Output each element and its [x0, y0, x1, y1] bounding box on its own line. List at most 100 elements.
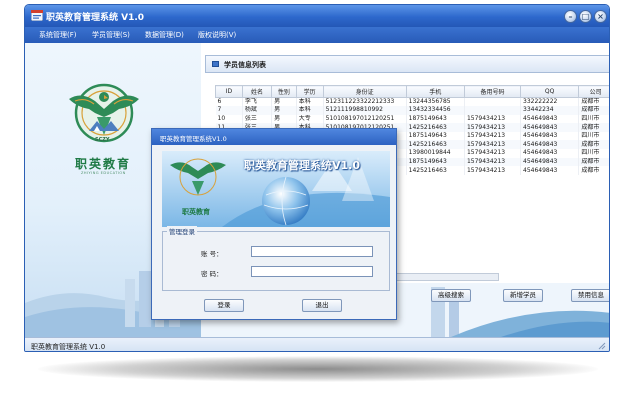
maximize-button[interactable]: □ [579, 10, 592, 23]
cell-phone: 1875149643 [406, 114, 465, 124]
cell-company: 成都市 [578, 157, 609, 167]
resize-grip-icon[interactable] [598, 342, 606, 350]
cell-qq: 454649843 [520, 114, 580, 124]
cell-education: 本科 [296, 106, 324, 115]
cell-company: 成都市 [578, 106, 609, 115]
cell-qq: 454649843 [520, 149, 580, 158]
cell-id: 7 [215, 106, 243, 115]
menu-copyright[interactable]: 版权说明(V) [198, 30, 236, 40]
window-title: 职英教育管理系统 V1.0 [46, 13, 145, 23]
menu-data[interactable]: 数据管理(D) [145, 30, 184, 40]
cell-id-card: 510108197012120251 [323, 114, 407, 124]
cell-phone: 1425216463 [406, 166, 465, 175]
table-row[interactable]: 6 李飞 男 本科 512311223322212333 13244356785… [215, 97, 609, 107]
cell-company: 成都市 [578, 97, 609, 107]
cell-id: 6 [215, 97, 243, 107]
cell-qq: 454649843 [520, 157, 580, 167]
menu-system[interactable]: 系统管理(F) [39, 30, 77, 40]
cell-id: 10 [215, 114, 243, 124]
cell-backup-phone: 1579434213 [464, 157, 522, 167]
cell-name: 杨斌 [242, 106, 273, 115]
cell-backup-phone: 1579434213 [464, 166, 522, 175]
table-row[interactable]: 10 张三 男 大专 510108197012120251 1875149643… [215, 114, 609, 124]
login-dialog: 职英教育管理系统V1.0 职英教育管理系统V1.0 职英教育 管理登录 账 号：… [151, 128, 397, 320]
cell-phone: 13244356785 [406, 97, 465, 107]
cell-backup-phone: 1579434213 [464, 123, 522, 132]
table-row[interactable]: 7 杨斌 男 本科 512111998810992 13432334456 33… [215, 106, 609, 115]
column-header[interactable]: 手机 [405, 85, 465, 98]
disable-info-button[interactable]: 禁用信息 [571, 289, 609, 302]
cell-gender: 男 [271, 114, 297, 124]
brand-sub: ZHIYING EDUCATION [81, 171, 126, 175]
status-text: 职英教育管理系统 V1.0 [31, 343, 106, 351]
column-header[interactable]: 备用号码 [463, 85, 522, 98]
cell-company: 成都市 [578, 123, 609, 132]
cell-phone: 13980019844 [406, 149, 465, 158]
login-dialog-titlebar[interactable]: 职英教育管理系统V1.0 [152, 129, 396, 145]
brand-name: 职英教育 [75, 157, 132, 171]
student-list-title: 学员信息列表 [224, 61, 266, 69]
close-button[interactable]: × [594, 10, 607, 23]
menu-bar: 系统管理(F) 学员管理(S) 数据管理(D) 版权说明(V) [25, 27, 609, 43]
cell-gender: 男 [271, 106, 297, 115]
cell-id-card: 512311223322212333 [323, 97, 407, 107]
cell-gender: 男 [271, 97, 297, 107]
cell-phone: 1425216463 [406, 140, 465, 150]
cell-company: 四川市 [578, 149, 609, 158]
password-label: 密 码： [201, 270, 223, 278]
cell-qq: 33442234 [520, 106, 580, 115]
login-group: 管理登录 账 号： 密 码： [162, 226, 390, 291]
cell-phone: 1425216463 [406, 123, 465, 132]
banner-title: 职英教育管理系统V1.0 [244, 159, 360, 172]
cell-phone: 13432334456 [406, 106, 465, 115]
title-bar[interactable]: 职英教育管理系统 V1.0 – □ × [25, 5, 609, 27]
column-header[interactable]: 姓名 [241, 85, 273, 98]
account-input[interactable] [251, 246, 373, 257]
menu-students[interactable]: 学员管理(S) [92, 30, 130, 40]
cell-phone: 1875149643 [406, 131, 465, 141]
cell-backup-phone: 1579434213 [464, 114, 522, 124]
window-drop-shadow [38, 356, 598, 382]
column-header[interactable]: QQ [519, 85, 580, 98]
account-label: 账 号： [201, 250, 223, 258]
column-header[interactable]: 性别 [271, 85, 297, 98]
cell-backup-phone [464, 106, 522, 115]
app-icon [31, 10, 43, 21]
cell-company: 成都市 [578, 166, 609, 175]
login-banner: 职英教育管理系统V1.0 职英教育 [162, 151, 390, 227]
column-header[interactable]: 学历 [295, 85, 324, 98]
cell-qq: 454649843 [520, 166, 580, 175]
cell-education: 本科 [296, 97, 324, 107]
cell-backup-phone: 1579434213 [464, 131, 522, 141]
table-header-row: ID 姓名 性别 学历 身份证 手机 备用号码 QQ 公司 [215, 85, 609, 98]
cell-qq: 332222222 [520, 97, 580, 107]
cell-company: 四川市 [578, 131, 609, 141]
cell-name: 李飞 [242, 97, 273, 107]
column-header[interactable]: 身份证 [322, 85, 407, 98]
advanced-search-button[interactable]: 高级搜索 [431, 289, 471, 302]
login-group-label: 管理登录 [167, 226, 197, 236]
column-header[interactable]: ID [215, 85, 243, 98]
minimize-button[interactable]: – [564, 10, 577, 23]
password-input[interactable] [251, 266, 373, 277]
add-student-button[interactable]: 新增学员 [503, 289, 543, 302]
logo-badge: SCZY [95, 137, 110, 143]
login-button[interactable]: 登录 [204, 299, 244, 312]
login-dialog-title: 职英教育管理系统V1.0 [160, 135, 227, 143]
cell-backup-phone: 1579434213 [464, 140, 522, 150]
cell-name: 张三 [242, 114, 273, 124]
list-icon [212, 61, 219, 67]
student-list-header: 学员信息列表 [205, 55, 609, 73]
cell-backup-phone: 1579434213 [464, 149, 522, 158]
cell-company: 成都市 [578, 140, 609, 150]
banner-brand: 职英教育 [182, 208, 210, 216]
cell-qq: 454649843 [520, 140, 580, 150]
cell-company: 四川市 [578, 114, 609, 124]
cell-backup-phone [464, 97, 522, 107]
cell-education: 大专 [296, 114, 324, 124]
cell-id-card: 512111998810992 [323, 106, 407, 115]
cell-qq: 454649843 [520, 131, 580, 141]
column-header[interactable]: 公司 [578, 85, 609, 98]
cell-phone: 1875149643 [406, 157, 465, 167]
exit-button[interactable]: 退出 [302, 299, 342, 312]
